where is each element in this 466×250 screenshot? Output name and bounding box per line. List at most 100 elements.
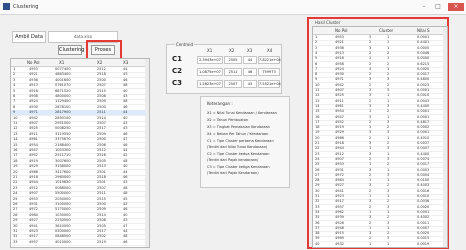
table-cell: 4952 bbox=[29, 153, 38, 158]
table-cell: 2508 bbox=[97, 218, 106, 223]
hasil-cell: 3 bbox=[387, 77, 390, 82]
table-cell: 4919 bbox=[29, 158, 38, 163]
table-cell: 1019630 bbox=[55, 180, 71, 185]
table-cell: 4953 bbox=[29, 196, 38, 201]
clustering-button[interactable]: Clustering bbox=[58, 45, 84, 55]
hasil-cell: 4948 bbox=[335, 225, 344, 230]
table-cell: 4936 bbox=[29, 77, 38, 82]
table-cell: 28 bbox=[13, 212, 18, 217]
table-cell: 0500000 bbox=[55, 229, 71, 233]
hasil-cell: 9 bbox=[315, 77, 318, 82]
table-cell: 27 bbox=[13, 207, 18, 212]
hasil-cell: 0.0037 bbox=[417, 141, 430, 145]
hasil-cell: 4957 bbox=[335, 204, 344, 209]
hasil-cell: 1 bbox=[369, 209, 372, 214]
table-cell: 47 bbox=[123, 137, 128, 142]
table-cell: 4001600 bbox=[55, 77, 71, 82]
hasil-cell: 2 bbox=[369, 135, 372, 140]
minimize-button[interactable]: – bbox=[418, 3, 430, 11]
data-table-scrollbar[interactable] bbox=[145, 59, 149, 247]
hasil-cell: 1 bbox=[369, 241, 372, 246]
hasil-cell: 4952 bbox=[335, 119, 344, 124]
table-cell: 4911 bbox=[29, 131, 38, 136]
hasil-table-scrollbar[interactable] bbox=[443, 27, 447, 247]
table-cell: 2507 bbox=[97, 121, 106, 125]
table-cell: 4925 bbox=[29, 126, 38, 131]
hasil-cell: 4923 bbox=[335, 194, 344, 198]
table-cell: 43 bbox=[123, 121, 128, 125]
hasil-cell: 4918 bbox=[335, 141, 344, 145]
table-cell: 48 bbox=[123, 83, 128, 88]
hasil-cell: 26 bbox=[315, 167, 320, 172]
table-cell: 2508 bbox=[97, 94, 106, 98]
table-cell: 2509 bbox=[97, 131, 106, 136]
table-cell: 2850100 bbox=[55, 115, 71, 120]
hasil-cell: 0.0001 bbox=[417, 209, 430, 214]
hasil-cell: 2 bbox=[369, 119, 372, 124]
table-row[interactable]: 33 4957 4010000 2519 46 bbox=[11, 240, 149, 246]
table-cell: 33 bbox=[13, 239, 18, 244]
table-cell: 4957 bbox=[29, 239, 38, 244]
hasil-cell: 0.4400 bbox=[417, 151, 430, 156]
table-cell: 0088000 bbox=[55, 185, 71, 190]
table-cell: 44 bbox=[123, 229, 128, 233]
table-cell: 4924 bbox=[29, 99, 38, 104]
hasil-cell: 1 bbox=[387, 93, 390, 98]
ambil-data-label[interactable]: Ambil Data bbox=[12, 31, 46, 43]
table-cell: 2518 bbox=[97, 72, 106, 77]
centroid-col-x3: X3 bbox=[247, 48, 253, 53]
table-cell: 18 bbox=[13, 158, 18, 163]
table-cell: 9 bbox=[13, 110, 16, 115]
table-cell: 2517 bbox=[97, 229, 106, 233]
hasil-cell: 2 bbox=[387, 231, 390, 236]
centroid-group: Centroid X1 X2 X3 X4 C1 2.3943e+07 2505 … bbox=[166, 42, 282, 94]
hasil-cell: 4941 bbox=[335, 188, 344, 193]
maximize-button[interactable]: □ bbox=[432, 3, 444, 11]
hasil-cell: 0.0020 bbox=[417, 204, 430, 209]
hasil-cell: 1 bbox=[369, 225, 372, 230]
hasil-cell: 1 bbox=[387, 135, 390, 140]
table-cell: 4918 bbox=[29, 175, 38, 179]
hasil-cell: 37 bbox=[315, 225, 320, 230]
table-cell: 2250500 bbox=[55, 218, 71, 223]
hasil-cell: 0.0100 bbox=[417, 178, 430, 183]
hasil-cell: 2 bbox=[369, 82, 372, 87]
table-cell: 48 bbox=[123, 185, 128, 190]
hasil-cell: 34 bbox=[315, 209, 320, 214]
hasil-cell: 1 bbox=[387, 56, 390, 61]
table-cell: 5 bbox=[13, 88, 16, 93]
hasil-cell: 1 bbox=[387, 225, 390, 230]
table-cell: 44 bbox=[123, 67, 128, 71]
hasil-cell: 2 bbox=[387, 199, 390, 204]
hasil-cell: 4961 bbox=[335, 103, 344, 108]
table-cell: 3375670 bbox=[55, 137, 71, 142]
table-cell: 14 bbox=[13, 137, 18, 142]
hasil-cell: 0.0007 bbox=[417, 225, 430, 230]
table-cell: 40 bbox=[123, 88, 128, 93]
title-bar: Clustering – □ × bbox=[0, 0, 466, 15]
table-cell: 11 bbox=[13, 121, 18, 125]
table-cell: 2511710 bbox=[55, 153, 71, 158]
keterangan-line-7: C2 = Tipe Cluster kedua Kendaraan bbox=[207, 152, 270, 156]
hasil-cell: 4927 bbox=[335, 183, 344, 188]
table-cell: 4921 bbox=[29, 72, 38, 77]
table-cell: 4912 bbox=[29, 185, 38, 190]
hasil-group-label: Hasil Cluster bbox=[314, 20, 342, 25]
hasil-cell: 3 bbox=[369, 77, 372, 82]
hasil-cell: 0.4400 bbox=[417, 103, 430, 108]
hasil-cell: 1 bbox=[387, 98, 390, 103]
table-cell: 2514 bbox=[97, 212, 106, 217]
hasil-cell: 1 bbox=[369, 56, 372, 61]
close-button[interactable]: × bbox=[448, 3, 464, 11]
table-cell: 40 bbox=[123, 115, 128, 120]
table-cell: 4961 bbox=[29, 137, 38, 142]
hasil-cell: 2 bbox=[387, 183, 390, 188]
hasil-cell: 1 bbox=[369, 162, 372, 167]
table-cell: 2506 bbox=[97, 142, 106, 147]
hasil-row[interactable]: 40 4932 1 1 0.0019 bbox=[313, 241, 447, 247]
table-cell: 1129400 bbox=[55, 99, 71, 104]
hasil-cell: 1 bbox=[369, 178, 372, 183]
table-cell: 1003300 bbox=[55, 148, 71, 152]
keterangan-group: Keterangan : X1 = Nilai Tunai Kendaraan … bbox=[200, 96, 290, 188]
hasil-cell: 21 bbox=[315, 141, 320, 145]
